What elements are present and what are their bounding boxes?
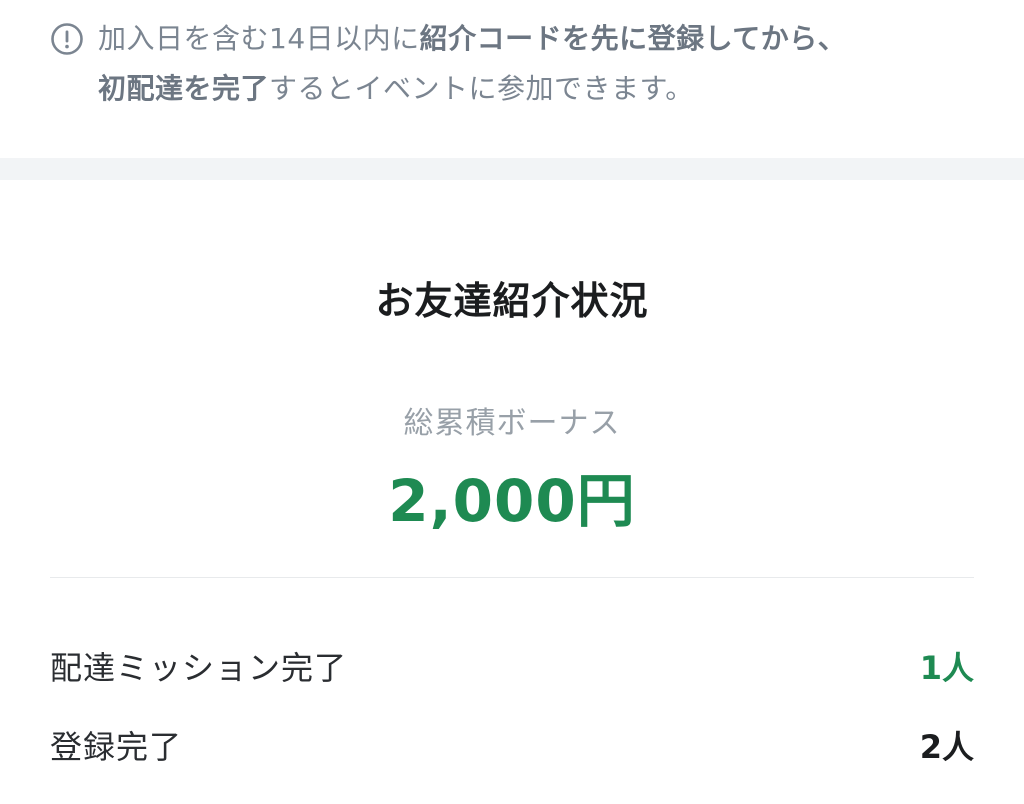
- divider-line: [50, 577, 974, 578]
- exclamation-circle-icon: [51, 23, 83, 55]
- notice-text-emphasis: 初配達を完了: [98, 72, 270, 105]
- friend-referral-screen: 加入日を含む14日以内に紹介コードを先に登録してから、 初配達を完了するとイベン…: [0, 0, 1024, 804]
- notice-text-plain: するとイベントに参加できます。: [269, 72, 694, 105]
- section-title: お友達紹介状況: [375, 279, 649, 323]
- stat-row-delivery-mission: 配達ミッション完了 1人: [50, 643, 974, 693]
- notice-text-plain: 加入日を含む14日以内に: [98, 22, 420, 55]
- notice-text-emphasis: 紹介コードを先に登録してから、: [419, 22, 847, 55]
- total-bonus-label: 総累積ボーナス: [403, 406, 621, 441]
- notice-text: 加入日を含む14日以内に紹介コードを先に登録してから、 初配達を完了するとイベン…: [98, 14, 998, 114]
- section-divider-band: [0, 158, 1024, 180]
- stat-label: 登録完了: [50, 728, 183, 766]
- stat-label: 配達ミッション完了: [50, 649, 348, 687]
- total-bonus-amount: 2,000円: [388, 467, 636, 535]
- stat-value: 2人: [919, 728, 974, 766]
- stat-row-registration: 登録完了 2人: [50, 722, 974, 772]
- stat-value: 1人: [919, 649, 974, 687]
